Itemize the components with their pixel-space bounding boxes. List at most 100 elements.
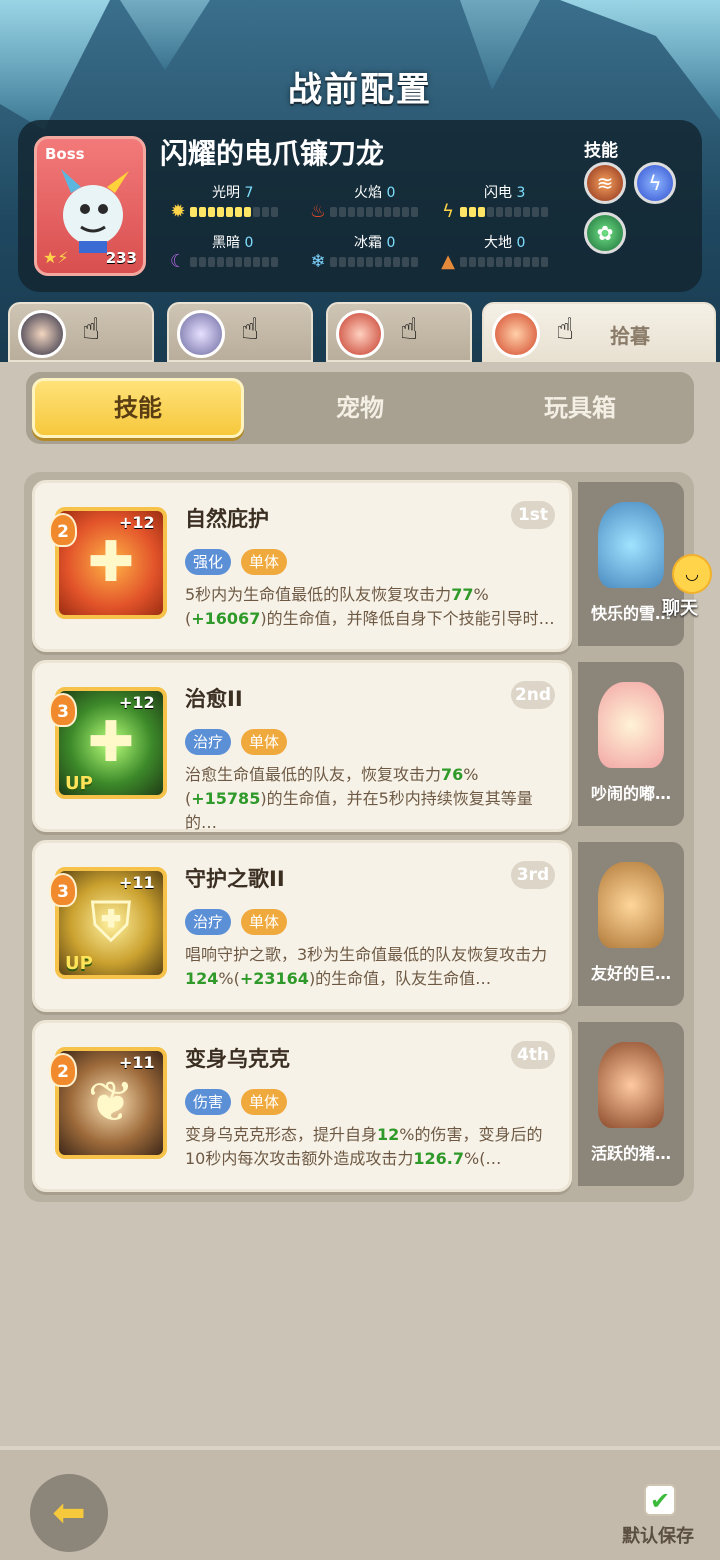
skill-card[interactable]: ✚ 3 +12 UP 治愈II 2nd 治疗 单体 治愈生命值最低的队友，恢复攻… bbox=[32, 660, 572, 832]
bar-segment bbox=[357, 257, 364, 267]
element-label: 黑暗 bbox=[212, 235, 240, 251]
element-lightning: 闪电 3 bbox=[484, 182, 525, 202]
bar-segment bbox=[523, 207, 530, 217]
bar-segment bbox=[496, 207, 503, 217]
leaf-icon: ✿ bbox=[596, 221, 614, 245]
bar-segment bbox=[393, 257, 400, 267]
bar-segment bbox=[217, 257, 224, 267]
smiley-icon: ◡ bbox=[672, 554, 712, 594]
element-label: 大地 bbox=[484, 235, 512, 251]
hero-tab-3[interactable]: ☝ bbox=[326, 302, 472, 362]
skill-title: 治愈II bbox=[185, 687, 243, 711]
lightning-icon: ϟ bbox=[648, 171, 662, 195]
element-value: 0 bbox=[386, 235, 396, 251]
desc-value: +15785 bbox=[191, 789, 261, 808]
skill-plus: +11 bbox=[119, 873, 155, 892]
skill-plus: +11 bbox=[119, 1053, 155, 1072]
boss-skill-lightning[interactable]: ϟ bbox=[634, 162, 676, 204]
skill-level-badge: 3 bbox=[49, 693, 77, 727]
bar-segment bbox=[384, 257, 391, 267]
boss-portrait[interactable]: Boss ★⚡ 233 bbox=[34, 136, 146, 276]
dark-bar bbox=[190, 257, 278, 267]
snowflake-icon: ❄ bbox=[310, 251, 326, 272]
bar-segment bbox=[244, 207, 251, 217]
bar-segment bbox=[262, 257, 269, 267]
element-label: 闪电 bbox=[484, 185, 512, 201]
skill-plus: +12 bbox=[119, 693, 155, 712]
pet-slot[interactable]: 活跃的猪… bbox=[578, 1022, 684, 1186]
element-light: 光明 7 bbox=[212, 182, 253, 202]
element-fire: 火焰 0 bbox=[354, 182, 395, 202]
moon-icon: ☾ bbox=[169, 251, 187, 272]
pet-name: 活跃的猪… bbox=[590, 1144, 671, 1163]
bar-segment bbox=[375, 257, 382, 267]
bar-segment bbox=[199, 207, 206, 217]
hero-tab-active[interactable]: ☝ 拾暮 bbox=[482, 302, 716, 362]
skill-title: 守护之歌II bbox=[185, 867, 285, 891]
skill-up-badge: UP bbox=[65, 953, 93, 974]
skill-up-badge: UP bbox=[65, 773, 93, 794]
check-icon: ✔ bbox=[649, 1487, 671, 1515]
bar-segment bbox=[262, 207, 269, 217]
hero-tab-1[interactable]: ☝ bbox=[8, 302, 154, 362]
skill-card[interactable]: ❦ 2 +11 变身乌克克 4th 伤害 单体 变身乌克克形态，提升自身12%的… bbox=[32, 1020, 572, 1192]
bar-segment bbox=[235, 257, 242, 267]
boss-skill-nature[interactable]: ✿ bbox=[584, 212, 626, 254]
pet-name: 吵闹的嘟… bbox=[590, 784, 671, 803]
desc-text: )的生命值，队友生命值… bbox=[308, 969, 492, 988]
bar-segment bbox=[514, 207, 521, 217]
bar-segment bbox=[357, 207, 364, 217]
desc-value: 76 bbox=[441, 765, 464, 784]
pet-slot[interactable]: 友好的巨… bbox=[578, 842, 684, 1006]
hero-tab-2[interactable]: ☝ bbox=[167, 302, 313, 362]
ice-crystal bbox=[120, 0, 210, 70]
back-button[interactable]: ⬅ bbox=[30, 1474, 108, 1552]
bar-segment bbox=[496, 257, 503, 267]
mountain-icon: ▲ bbox=[441, 251, 455, 272]
skill-tag: 单体 bbox=[241, 1089, 288, 1115]
bar-segment bbox=[271, 207, 278, 217]
bar-segment bbox=[460, 207, 467, 217]
light-bar bbox=[190, 207, 278, 217]
skill-card[interactable]: ✚ 2 +12 自然庇护 1st 强化 单体 5秒内为生命值最低的队友恢复攻击力… bbox=[32, 480, 572, 652]
default-save-checkbox[interactable]: ✔ bbox=[644, 1484, 676, 1516]
element-earth: 大地 0 bbox=[484, 232, 525, 252]
skill-card[interactable]: ⛨ 3 +11 UP 守护之歌II 3rd 治疗 单体 唱响守护之歌，3秒为生命… bbox=[32, 840, 572, 1012]
chat-button[interactable]: ◡ 聊天 bbox=[648, 554, 720, 619]
desc-text: 治愈生命值最低的队友，恢复攻击力 bbox=[185, 765, 442, 784]
element-value: 0 bbox=[516, 235, 526, 251]
bar-segment bbox=[375, 207, 382, 217]
bar-segment bbox=[235, 207, 242, 217]
desc-value: +23164 bbox=[239, 969, 309, 988]
loadout-tabbar: 技能 宠物 玩具箱 bbox=[26, 372, 694, 444]
skill-tag: 强化 bbox=[185, 549, 232, 575]
bar-segment bbox=[532, 257, 539, 267]
hand-icon: ☝ bbox=[82, 312, 101, 347]
pet-art bbox=[598, 1042, 664, 1128]
boss-name: 闪耀的电爪镰刀龙 bbox=[160, 137, 385, 170]
skill-plus: +12 bbox=[119, 513, 155, 532]
skill-tag: 单体 bbox=[241, 549, 288, 575]
desc-value: 124 bbox=[185, 969, 219, 988]
bar-segment bbox=[541, 207, 548, 217]
pet-slot[interactable]: 吵闹的嘟… bbox=[578, 662, 684, 826]
bar-segment bbox=[190, 257, 197, 267]
bar-segment bbox=[514, 257, 521, 267]
bar-segment bbox=[366, 257, 373, 267]
bar-segment bbox=[253, 257, 260, 267]
desc-value: 77 bbox=[451, 585, 474, 604]
tab-pets[interactable]: 宠物 bbox=[254, 378, 466, 438]
tab-toybox[interactable]: 玩具箱 bbox=[474, 378, 686, 438]
page-title: 战前配置 bbox=[288, 70, 432, 110]
boss-skill-claw[interactable]: ≋ bbox=[584, 162, 626, 204]
desc-text: )的生命值，并降低自身下个技能引导时… bbox=[260, 609, 555, 628]
lightning-icon: ϟ bbox=[442, 201, 454, 222]
bottom-bar: ⬅ ✔ 默认保存 bbox=[0, 1446, 720, 1560]
skill-tag: 治疗 bbox=[185, 729, 232, 755]
bar-segment bbox=[271, 257, 278, 267]
bar-segment bbox=[217, 207, 224, 217]
bar-segment bbox=[339, 257, 346, 267]
boss-skills-label: 技能 bbox=[584, 141, 618, 161]
bar-segment bbox=[505, 257, 512, 267]
tab-skills[interactable]: 技能 bbox=[32, 378, 244, 438]
